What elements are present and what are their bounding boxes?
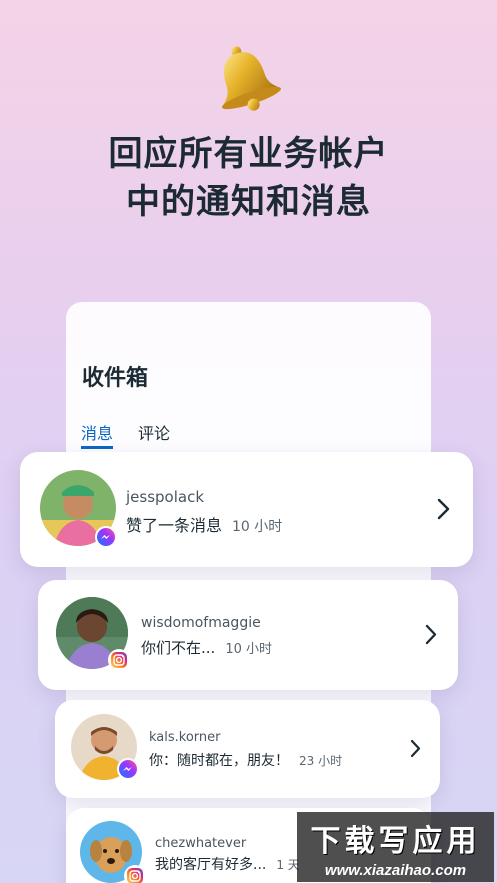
messenger-icon (95, 526, 117, 548)
instagram-icon (124, 865, 146, 883)
conversation-message: 赞了一条消息 10 小时 (126, 512, 282, 536)
chevron-right-icon[interactable] (424, 624, 437, 645)
chevron-right-icon[interactable] (436, 498, 450, 520)
watermark: 下载写应用 www.xiazaihao.com (297, 812, 494, 882)
conversation-message: 你们不在... 10 小时 (141, 637, 272, 658)
bell-icon (205, 40, 285, 115)
watermark-url: www.xiazaihao.com (324, 862, 467, 879)
message-time: 10 小时 (225, 642, 272, 657)
conversation-username: jesspolack (126, 488, 205, 506)
conversation-message: 你：随时都在，朋友！ 23 小时 (149, 750, 342, 770)
messenger-icon (117, 758, 139, 780)
chevron-right-icon[interactable] (409, 739, 421, 758)
conversation-username: kals.korner (149, 730, 221, 745)
message-text: 赞了一条消息 (126, 516, 223, 535)
conversation-username: wisdomofmaggie (141, 615, 261, 631)
tab-messages[interactable]: 消息 (81, 420, 114, 449)
conversation-card[interactable]: jesspolack 赞了一条消息 10 小时 (20, 452, 473, 567)
instagram-icon (108, 649, 130, 671)
tab-comments[interactable]: 评论 (138, 420, 170, 444)
message-time: 10 小时 (232, 519, 283, 535)
inbox-title: 收件箱 (82, 366, 149, 391)
watermark-title: 下载写应用 (310, 824, 481, 859)
conversation-card[interactable]: kals.korner 你：随时都在，朋友！ 23 小时 (55, 700, 440, 798)
headline-line-2: 中的通知和消息 (126, 182, 371, 222)
headline-line-1: 回应所有业务帐户 (108, 134, 389, 174)
conversation-username: chezwhatever (155, 836, 247, 851)
message-text: 你：随时都在，朋友！ (149, 753, 289, 769)
conversation-message: 我的客厅有好多... 1 天 (155, 854, 300, 874)
conversation-card[interactable]: wisdomofmaggie 你们不在... 10 小时 (38, 580, 458, 690)
message-time: 23 小时 (299, 754, 343, 768)
message-text: 你们不在... (141, 639, 216, 657)
message-text: 我的客厅有好多... (155, 857, 267, 873)
